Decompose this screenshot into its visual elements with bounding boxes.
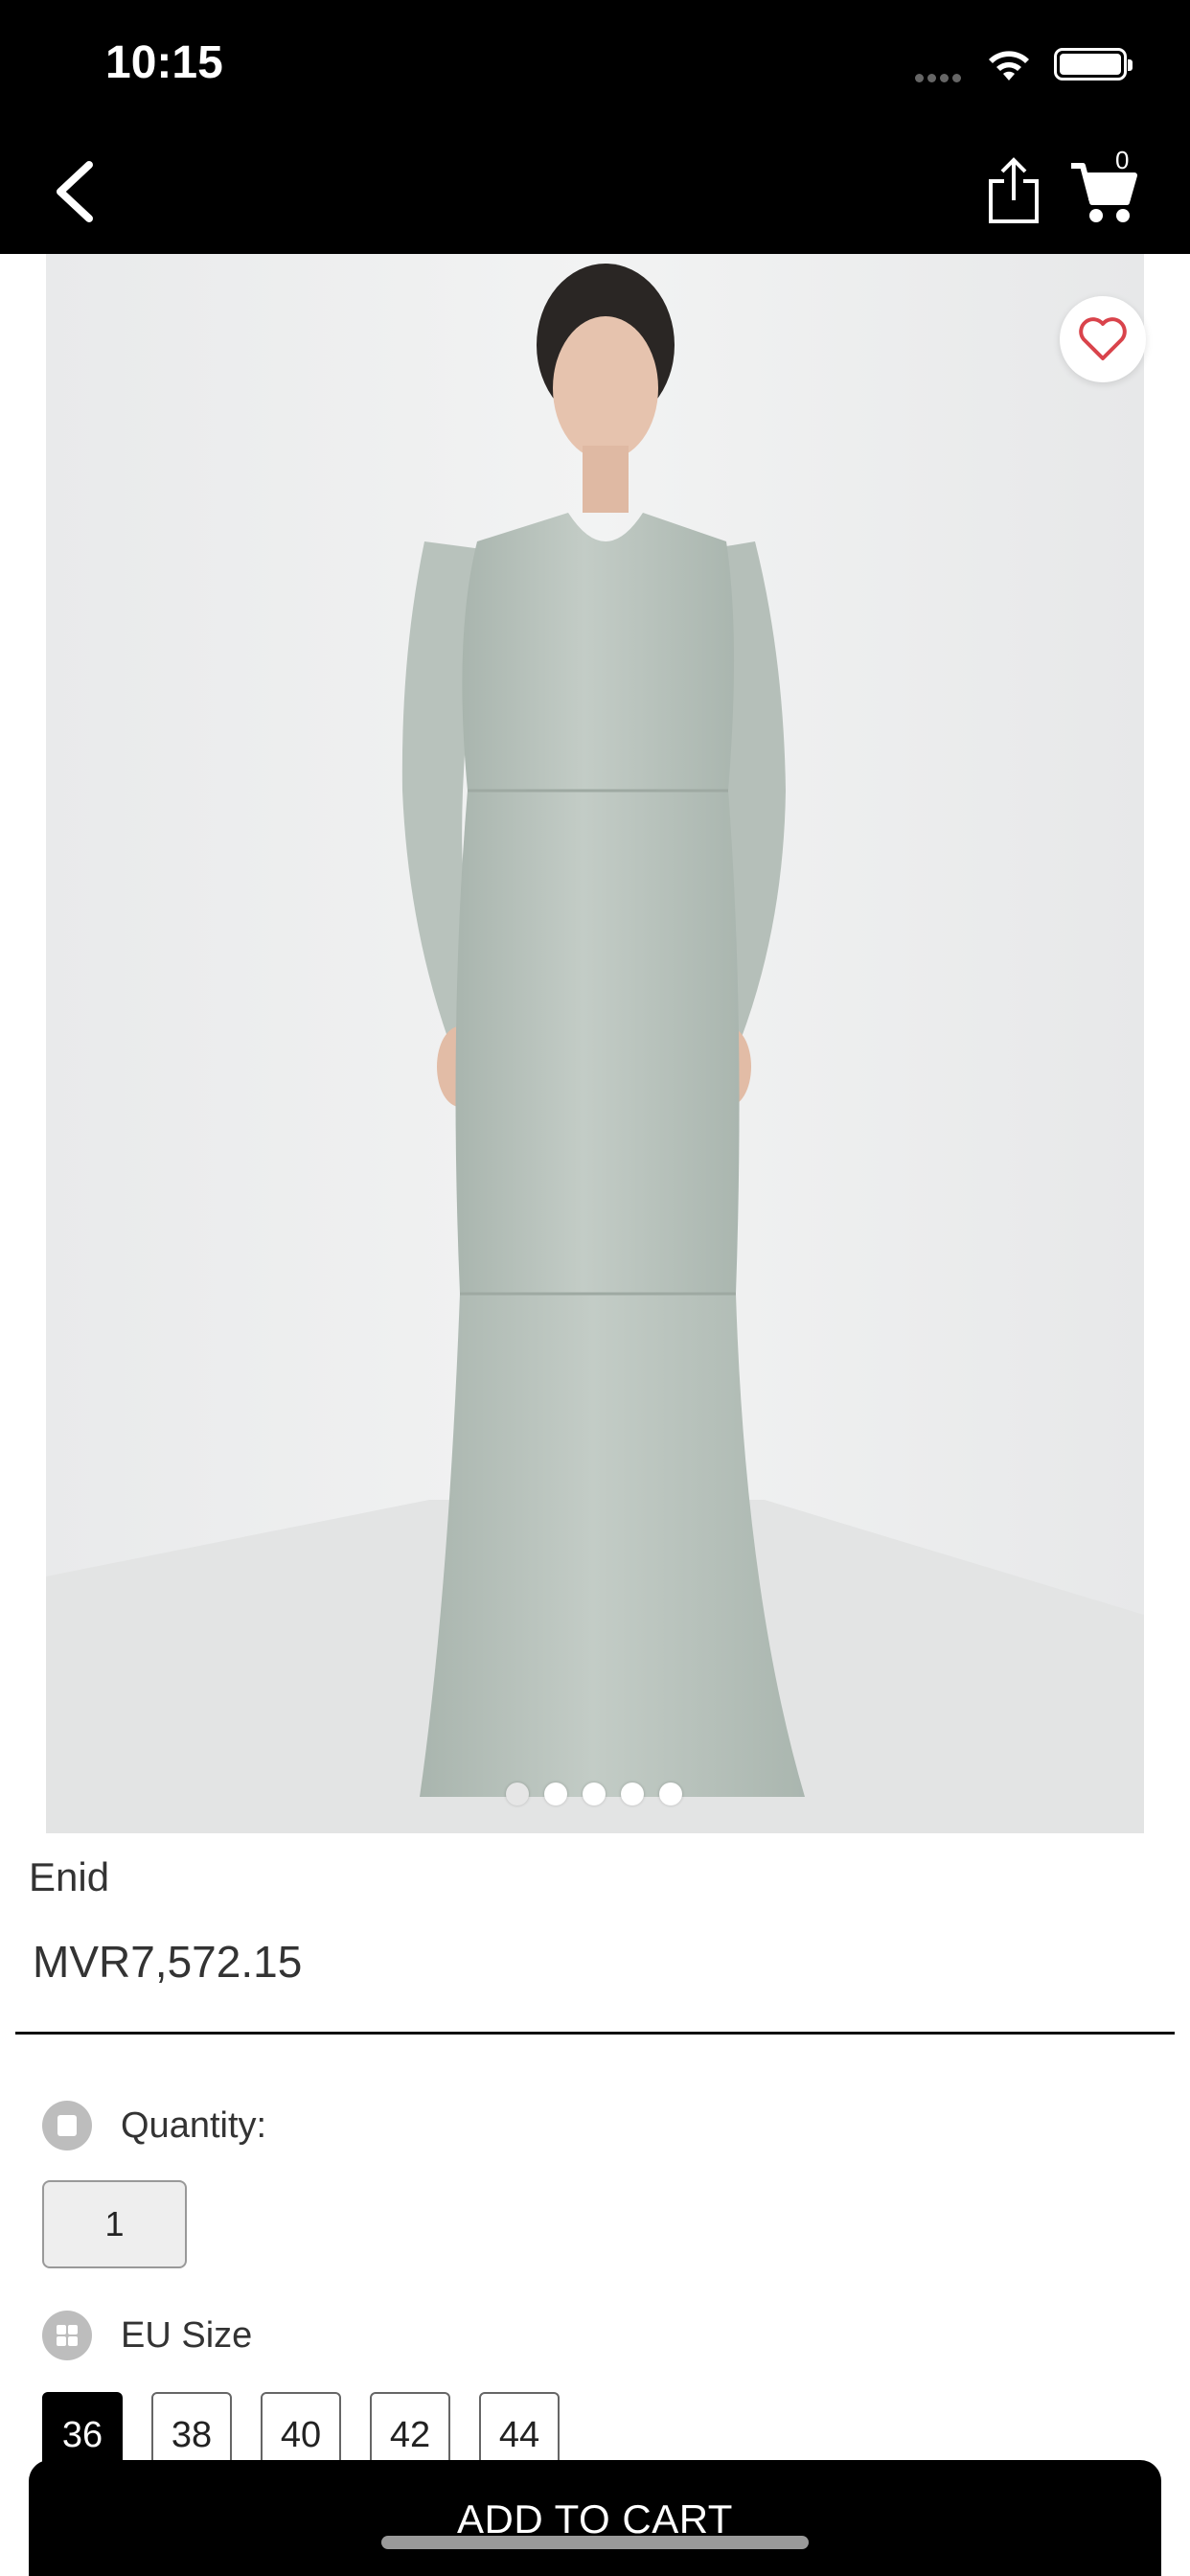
share-icon[interactable]	[985, 156, 1042, 225]
quantity-icon	[42, 2101, 92, 2150]
cart-count-badge: 0	[1115, 146, 1130, 174]
carousel-dot[interactable]	[544, 1782, 567, 1806]
size-label: EU Size	[121, 2315, 253, 2356]
wifi-icon	[989, 51, 1029, 80]
carousel-dots[interactable]	[506, 1782, 682, 1806]
signal-icon	[915, 70, 965, 87]
battery-icon	[1054, 48, 1133, 80]
favorite-button[interactable]	[1060, 296, 1146, 382]
back-button[interactable]	[43, 153, 110, 230]
add-to-cart-button[interactable]: ADD TO CART	[29, 2460, 1161, 2576]
size-grid-icon	[42, 2311, 92, 2360]
dress-photo-illustration	[46, 254, 1144, 1833]
status-bar: 10:15	[0, 0, 1190, 129]
home-indicator	[381, 2536, 809, 2549]
nav-bar: 0	[0, 129, 1190, 254]
carousel-dot[interactable]	[583, 1782, 606, 1806]
product-image[interactable]	[46, 254, 1144, 1833]
quantity-label: Quantity:	[121, 2105, 267, 2146]
carousel-dot[interactable]	[506, 1782, 529, 1806]
heart-icon	[1079, 317, 1127, 360]
product-price: MVR7,572.15	[33, 1937, 303, 1987]
quantity-input[interactable]: 1	[42, 2180, 187, 2268]
carousel-dot[interactable]	[659, 1782, 682, 1806]
status-time: 10:15	[105, 37, 223, 88]
product-name: Enid	[29, 1854, 110, 1899]
divider	[15, 2032, 1175, 2035]
carousel-dot[interactable]	[621, 1782, 644, 1806]
